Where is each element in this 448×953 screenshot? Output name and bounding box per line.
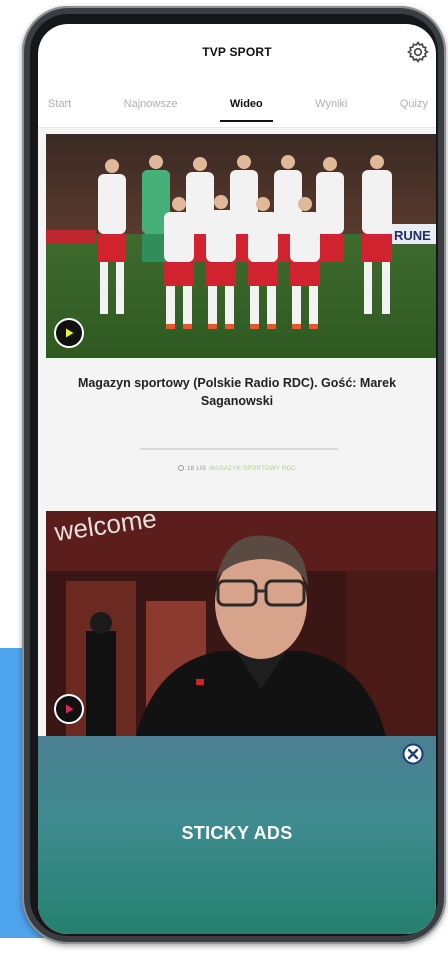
tab-wideo[interactable]: Wideo bbox=[219, 90, 273, 122]
video-meta: 18 LIS MAGAZYN SPORTOWY RDC bbox=[38, 465, 436, 472]
interview-photo-illustration: welcome bbox=[46, 511, 436, 736]
video-category-link[interactable]: MAGAZYN SPORTOWY RDC bbox=[209, 466, 296, 472]
play-icon[interactable] bbox=[54, 318, 84, 348]
tab-bar: Start Najnowsze Wideo Wyniki Quizy bbox=[38, 80, 436, 128]
gear-icon[interactable] bbox=[406, 40, 430, 64]
card-divider bbox=[140, 448, 338, 450]
video-title[interactable]: Magazyn sportowy (Polskie Radio RDC). Go… bbox=[68, 374, 406, 410]
app-screen: TVP SPORT Start Najnowsze Wideo Wyniki Q… bbox=[38, 24, 436, 934]
tab-quizy[interactable]: Quizy bbox=[396, 90, 432, 118]
video-thumbnail-interview[interactable]: welcome bbox=[46, 511, 436, 736]
board-text: RUNE bbox=[394, 228, 431, 243]
clock-icon bbox=[178, 465, 185, 471]
app-title: TVP SPORT bbox=[202, 45, 272, 59]
tab-start[interactable]: Start bbox=[44, 90, 75, 118]
close-icon[interactable] bbox=[402, 743, 424, 765]
team-photo-illustration: RUNE bbox=[46, 134, 436, 358]
tab-wyniki[interactable]: Wyniki bbox=[311, 90, 351, 118]
video-thumbnail-team[interactable]: RUNE bbox=[46, 134, 436, 358]
sticky-ad-banner[interactable]: STICKY ADS bbox=[38, 736, 436, 934]
sticky-ad-label: STICKY ADS bbox=[181, 823, 293, 843]
tab-najnowsze[interactable]: Najnowsze bbox=[120, 90, 182, 118]
video-date: 18 LIS bbox=[187, 466, 207, 472]
app-header: TVP SPORT bbox=[38, 24, 436, 78]
play-icon[interactable] bbox=[54, 694, 84, 724]
